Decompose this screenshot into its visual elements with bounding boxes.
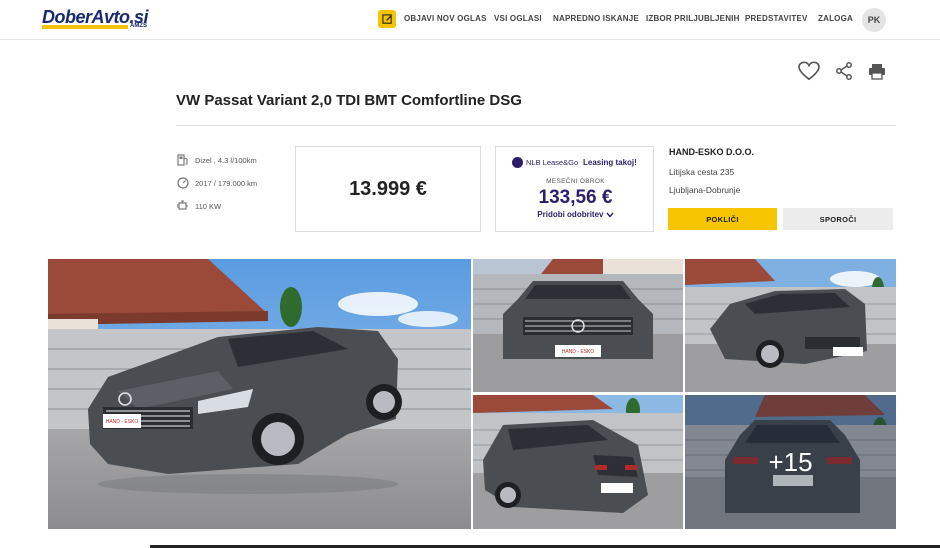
spec-year-km: 2017 / 179.000 km [176, 176, 257, 190]
photo-thumb-front[interactable]: HAND - ESKO [473, 259, 683, 392]
leasing-link-text: Pridobi odobritev [537, 210, 604, 219]
photo-thumb-side[interactable] [685, 259, 896, 392]
nav-all-ads[interactable]: VSI OGLASI [494, 14, 542, 23]
call-button[interactable]: POKLIČI [668, 208, 777, 230]
plate-text-front: HAND - ESKO [562, 349, 595, 355]
site-header: DoberAvto.si AMZS OBJAVI NOV OGLAS VSI O… [0, 0, 940, 40]
leasing-approval-link[interactable]: Pridobi odobritev [496, 210, 655, 219]
nav-publish-ad[interactable]: OBJAVI NOV OGLAS [404, 14, 487, 23]
spec-power-text: 110 KW [195, 201, 222, 211]
engine-icon [176, 200, 189, 213]
chevron-down-icon [606, 210, 614, 219]
spec-fuel: Dizel , 4.3 l/100km [176, 153, 257, 167]
leasing-brand: NLB Lease&Go [526, 158, 579, 167]
leasing-amount: 133,56 € [538, 187, 613, 208]
main-photo[interactable]: HAND - ESKO [48, 259, 471, 529]
more-photos-label[interactable]: +15 [685, 395, 896, 529]
dealer-name[interactable]: HAND-ESKO D.O.O. [669, 147, 754, 157]
nlb-logo-icon [512, 157, 523, 168]
price: 13.999 € [349, 177, 427, 200]
price-box: 13.999 € [295, 146, 481, 232]
spec-fuel-text: Dizel , 4.3 l/100km [195, 155, 257, 165]
leasing-box[interactable]: NLB Lease&Go Leasing takoj! MESEČNI OBRO… [495, 146, 654, 232]
print-icon[interactable] [866, 60, 888, 82]
spec-power: 110 KW [176, 199, 221, 213]
dealer-street: Litijska cesta 235 [669, 167, 735, 177]
photo-thumb-more[interactable]: +15 [685, 395, 896, 529]
nlb-logo: NLB Lease&Go [512, 157, 578, 168]
photo-thumb-rear[interactable] [473, 395, 683, 529]
title-divider [176, 125, 896, 126]
speedometer-icon [176, 177, 189, 190]
share-icon[interactable] [833, 60, 855, 82]
edit-icon[interactable] [378, 10, 396, 28]
logo-underline [42, 25, 128, 29]
spec-year-km-text: 2017 / 179.000 km [195, 178, 258, 188]
site-logo[interactable]: DoberAvto.si AMZS [42, 8, 149, 32]
listing-title: VW Passat Variant 2,0 TDI BMT Comfortlin… [176, 92, 522, 109]
leasing-label: MESEČNI OBROK [546, 178, 605, 185]
message-button[interactable]: SPOROČI [783, 208, 893, 230]
plate-text-main: HAND - ESKO [106, 419, 139, 425]
nav-stock[interactable]: ZALOGA [818, 14, 853, 23]
fuel-pump-icon [176, 154, 189, 167]
leasing-slogan: Leasing takoj! [583, 158, 637, 167]
user-avatar[interactable]: PK [862, 8, 886, 32]
dealer-city: Ljubljana-Dobrunje [669, 185, 741, 195]
heart-icon[interactable] [798, 60, 820, 82]
nav-intro[interactable]: PREDSTAVITEV [745, 14, 808, 23]
nav-favorites[interactable]: IZBOR PRILJUBLJENIH [646, 14, 740, 23]
logo-sub: AMZS [130, 23, 147, 29]
nav-advanced-search[interactable]: NAPREDNO ISKANJE [553, 14, 639, 23]
